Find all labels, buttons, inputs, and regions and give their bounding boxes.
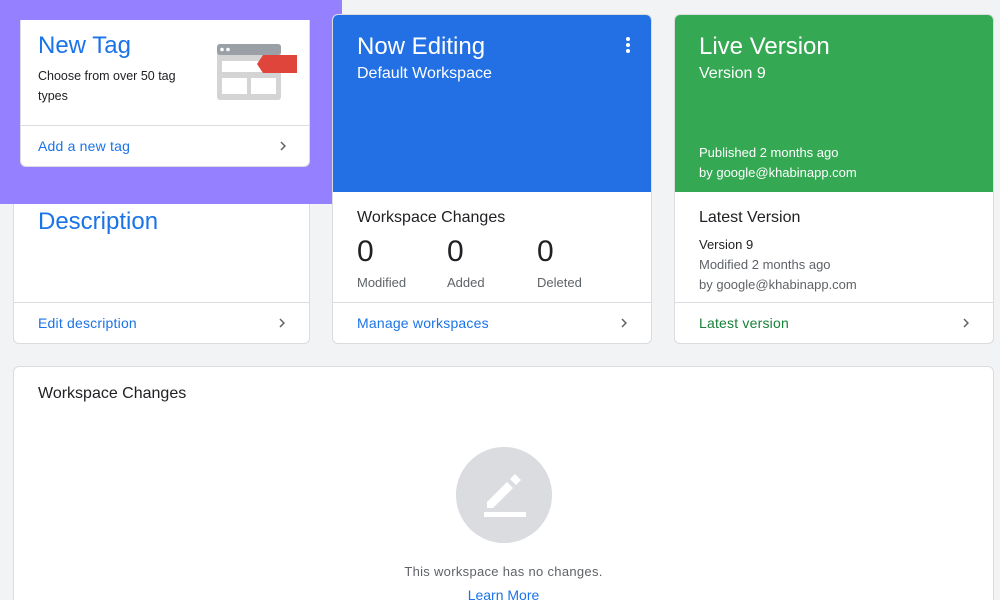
- live-version-footer[interactable]: Latest version: [675, 302, 993, 343]
- description-footer[interactable]: Edit description: [14, 302, 309, 343]
- now-editing-title: Now Editing: [357, 33, 486, 60]
- new-tag-card[interactable]: New Tag Choose from over 50 tag types Ad…: [20, 20, 310, 167]
- stat-added: 0 Added: [447, 235, 485, 290]
- chevron-right-icon[interactable]: [957, 314, 975, 332]
- live-version-card: Live Version Version 9 Published 2 month…: [674, 14, 994, 344]
- workspace-changes-title: Workspace Changes: [38, 385, 187, 402]
- add-new-tag-link[interactable]: Add a new tag: [38, 138, 130, 154]
- stat-added-value: 0: [447, 235, 464, 268]
- chevron-right-icon[interactable]: [615, 314, 633, 332]
- new-tag-title[interactable]: New Tag: [38, 32, 131, 60]
- stat-deleted-value: 0: [537, 235, 554, 268]
- workspace-changes-panel: Workspace Changes This workspace has no …: [13, 366, 994, 600]
- workspace-name: Default Workspace: [357, 65, 492, 82]
- more-vert-icon[interactable]: [625, 37, 631, 55]
- stat-deleted: 0 Deleted: [537, 235, 582, 290]
- live-version-banner: Live Version Version 9 Published 2 month…: [675, 15, 993, 192]
- modified-time: Modified 2 months ago: [699, 257, 831, 272]
- live-version-number: Version 9: [699, 65, 766, 82]
- now-editing-banner: Now Editing Default Workspace: [333, 15, 651, 192]
- latest-version-link[interactable]: Latest version: [699, 315, 789, 331]
- learn-more-link[interactable]: Learn More: [14, 587, 993, 600]
- live-version-title: Live Version: [699, 33, 830, 60]
- stat-modified-value: 0: [357, 235, 374, 268]
- latest-version-number: Version 9: [699, 237, 754, 252]
- description-title: Description: [38, 208, 159, 235]
- new-tag-footer[interactable]: Add a new tag: [21, 125, 309, 166]
- published-time: Published 2 months ago: [699, 145, 839, 160]
- new-tag-description: Choose from over 50 tag types: [38, 69, 176, 103]
- chevron-right-icon[interactable]: [274, 137, 292, 155]
- empty-state-text: This workspace has no changes.: [404, 564, 603, 579]
- now-editing-card: Now Editing Default Workspace Workspace …: [332, 14, 652, 344]
- stat-modified: 0 Modified: [357, 235, 406, 290]
- latest-version-meta: Modified 2 months ago by google@khabinap…: [699, 255, 857, 295]
- tag-illustration-icon: [217, 44, 297, 100]
- description-card: Description Edit description: [13, 204, 310, 344]
- published-by: by google@khabinapp.com: [699, 165, 857, 180]
- manage-workspaces-link[interactable]: Manage workspaces: [357, 315, 489, 331]
- now-editing-footer[interactable]: Manage workspaces: [333, 302, 651, 343]
- chevron-right-icon[interactable]: [273, 314, 291, 332]
- pencil-icon: [456, 447, 552, 543]
- stat-added-label: Added: [447, 275, 485, 290]
- stat-deleted-label: Deleted: [537, 275, 582, 290]
- modified-by: by google@khabinapp.com: [699, 277, 857, 292]
- published-info: Published 2 months ago by google@khabina…: [699, 143, 857, 183]
- latest-version-heading: Latest Version: [699, 209, 801, 226]
- workspace-changes-heading: Workspace Changes: [357, 209, 506, 226]
- stat-modified-label: Modified: [357, 275, 407, 290]
- edit-description-link[interactable]: Edit description: [38, 315, 137, 331]
